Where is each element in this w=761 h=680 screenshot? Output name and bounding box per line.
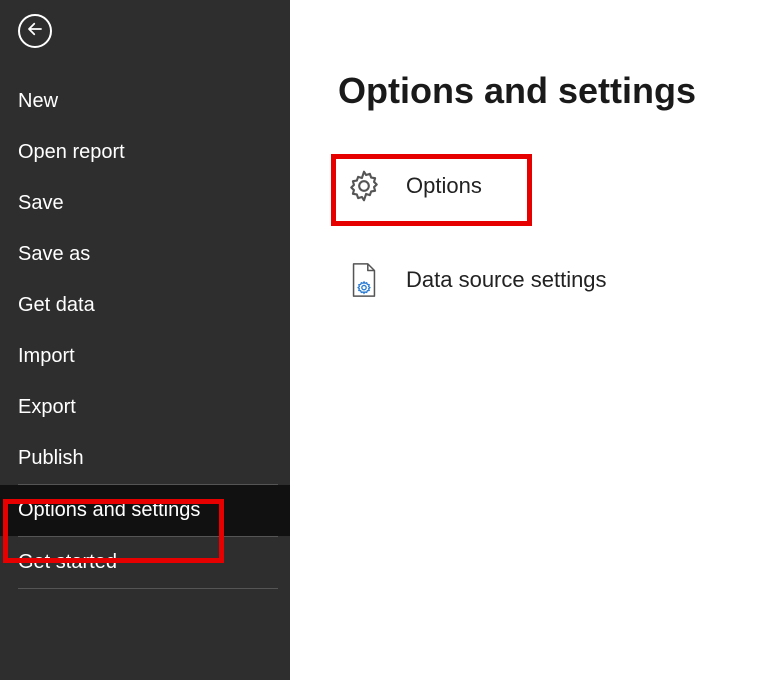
menu-item-export[interactable]: Export — [0, 382, 290, 433]
back-button[interactable] — [18, 14, 52, 48]
menu-separator — [18, 588, 278, 589]
document-gear-icon — [344, 260, 384, 300]
menu-item-options-and-settings[interactable]: Options and settings — [0, 485, 290, 536]
main-panel: Options and settings Options Data source… — [290, 0, 761, 680]
option-options[interactable]: Options — [338, 162, 741, 210]
gear-icon — [344, 166, 384, 206]
menu-item-open-report[interactable]: Open report — [0, 127, 290, 178]
option-label: Options — [406, 173, 482, 199]
page-title: Options and settings — [338, 70, 741, 112]
back-arrow-icon — [26, 20, 44, 43]
option-label: Data source settings — [406, 267, 607, 293]
menu-item-save[interactable]: Save — [0, 178, 290, 229]
menu-item-get-started[interactable]: Get started — [0, 537, 290, 588]
menu-item-get-data[interactable]: Get data — [0, 280, 290, 331]
sidebar: New Open report Save Save as Get data Im… — [0, 0, 290, 680]
menu-item-publish[interactable]: Publish — [0, 433, 290, 484]
menu-item-new[interactable]: New — [0, 76, 290, 127]
option-data-source-settings[interactable]: Data source settings — [338, 256, 741, 304]
menu-item-save-as[interactable]: Save as — [0, 229, 290, 280]
menu-item-import[interactable]: Import — [0, 331, 290, 382]
